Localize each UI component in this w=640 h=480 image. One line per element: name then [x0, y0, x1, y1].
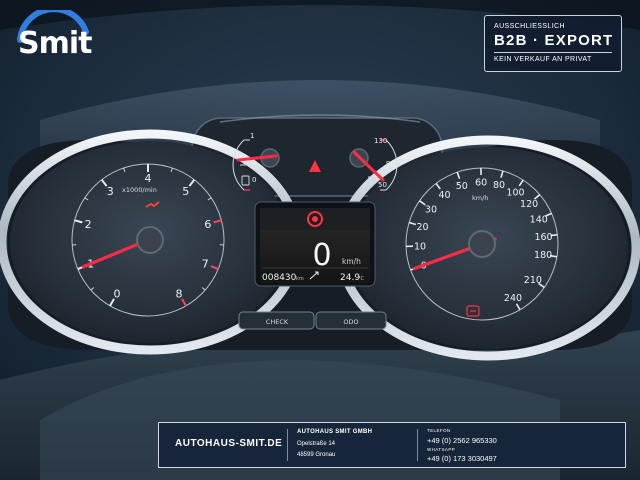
speedometer-label: 100: [506, 187, 524, 198]
tachometer-needle-hub: [136, 226, 164, 254]
speedometer-label: 80: [493, 180, 505, 191]
footer-telefon-label: TELEFON: [427, 428, 451, 433]
badge-main-text: B2B · EXPORT: [494, 32, 614, 49]
brake-warning-dot: [312, 216, 318, 222]
speedometer-label: 10: [414, 241, 426, 252]
footer-company: AUTOHAUS SMIT GMBH: [297, 429, 373, 435]
check-button[interactable]: CHECK: [266, 318, 289, 326]
footer-whatsapp[interactable]: +49 (0) 173 3030497: [427, 454, 497, 463]
tachometer-label: 3: [107, 185, 114, 198]
speedometer-label: 60: [475, 178, 487, 189]
badge-top-text: AUSSCHLIESSLICH: [494, 23, 565, 30]
tachometer-unit: x1000/min: [122, 186, 157, 194]
display-speed-unit: km/h: [342, 257, 361, 266]
speedometer-label: 160: [534, 232, 552, 243]
display-odometer-unit: km: [296, 276, 304, 282]
footer-telefon[interactable]: +49 (0) 2562 965330: [427, 436, 497, 445]
dealer-footer-banner: AUTOHAUS-SMIT.DE AUTOHAUS SMIT GMBH Opel…: [158, 422, 626, 468]
speedometer-label: 240: [504, 293, 522, 304]
tachometer-label: 2: [85, 218, 92, 231]
footer-whatsapp-label: WHATSAPP: [427, 447, 456, 452]
speedometer-label: 50: [456, 181, 468, 192]
tachometer-label: 7: [202, 258, 209, 271]
speedometer-label: 140: [530, 215, 548, 226]
fuel-label-empty: 0: [252, 176, 256, 184]
fuel-label-full: 1: [250, 132, 254, 140]
temp-label-50: 50: [378, 181, 387, 189]
speedometer-label: 120: [520, 199, 538, 210]
badge-bottom-text: KEIN VERKAUF AN PRIVAT: [494, 56, 592, 63]
temp-label-130: 130: [374, 137, 387, 145]
display-temperature-unit: °C: [358, 276, 365, 282]
footer-separator: [417, 429, 418, 461]
tachometer-label: 8: [176, 288, 183, 301]
footer-street: Opelstraße 14: [297, 441, 336, 447]
temp-label-90: 90: [386, 160, 395, 168]
smit-logo: Smit: [18, 26, 92, 61]
speedometer-label: 20: [416, 222, 428, 233]
tachometer-label: 6: [204, 218, 211, 231]
speedometer-label: 210: [524, 275, 542, 286]
tachometer-label: 4: [145, 172, 152, 185]
footer-website[interactable]: AUTOHAUS-SMIT.DE: [175, 438, 282, 449]
odo-button[interactable]: ODO: [343, 318, 358, 326]
speedometer-needle-hub: [468, 230, 496, 258]
display-odometer: 008430: [262, 273, 297, 283]
badge-divider: [494, 52, 612, 53]
tachometer-label: 5: [182, 185, 189, 198]
speedometer-unit: km/h: [472, 194, 488, 202]
speedometer-label: 40: [438, 190, 450, 201]
instrument-cluster-photo: 0 1 2 3 4 5 6 7 8 0 10 20 3040 50 60 80100120 140 160 180…: [0, 0, 640, 480]
photo-stage: 0 1 2 3 4 5 6 7 8 0 10 20 3040 50 60 80100120 140 160 180…: [0, 0, 640, 480]
speedometer-label: 30: [425, 204, 437, 215]
speedometer-label: 180: [534, 250, 552, 261]
b2b-export-badge: AUSSCHLIESSLICH B2B · EXPORT KEIN VERKAU…: [484, 15, 622, 72]
footer-separator: [287, 429, 288, 461]
footer-city: 48599 Gronau: [297, 452, 336, 458]
tachometer-label: 0: [114, 288, 121, 301]
